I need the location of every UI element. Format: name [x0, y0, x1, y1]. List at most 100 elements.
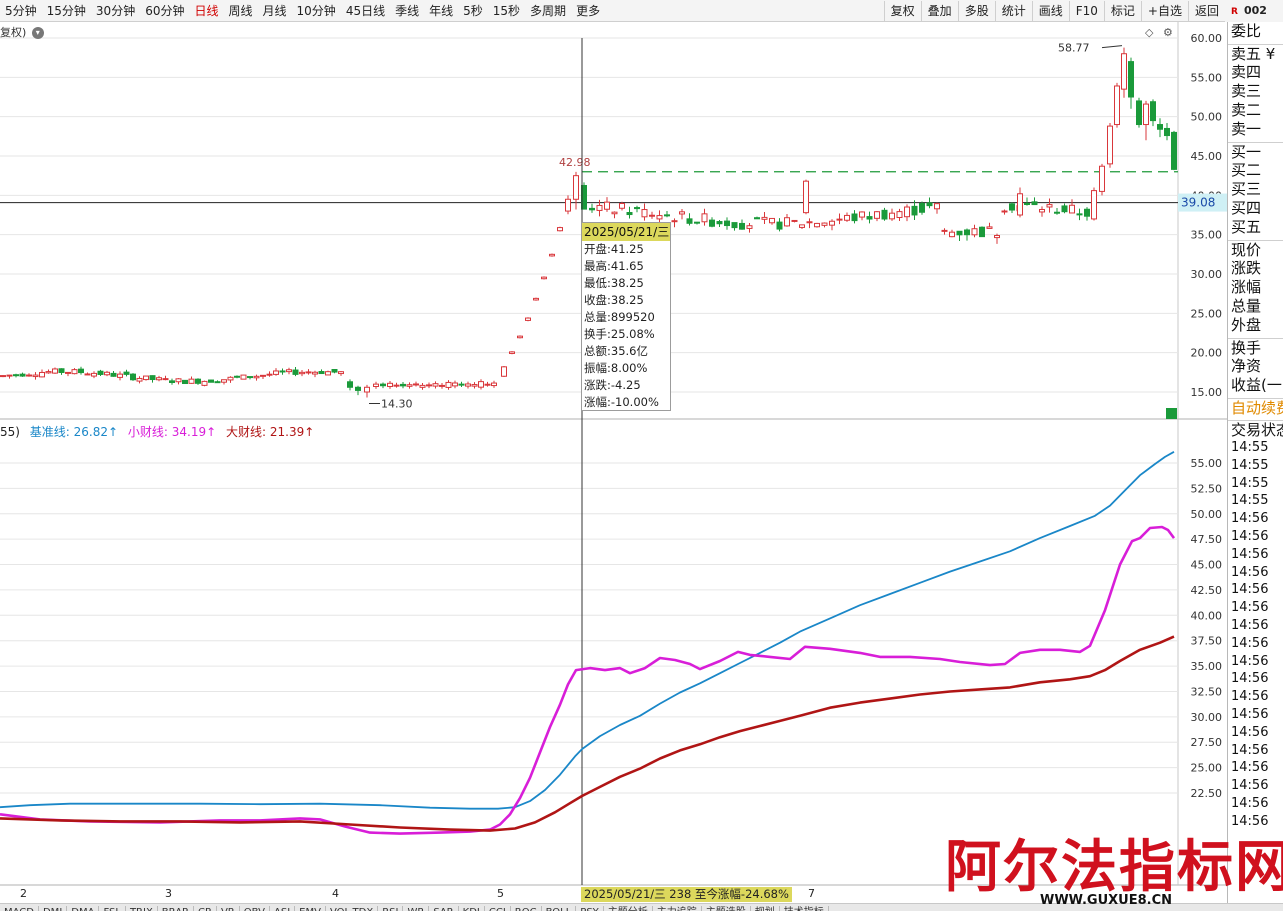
- period-tab[interactable]: 年线: [424, 0, 458, 22]
- period-tab[interactable]: 60分钟: [140, 0, 189, 22]
- candle-body: [926, 202, 933, 207]
- indicator-tab[interactable]: 规划: [751, 906, 780, 911]
- indicator-tab[interactable]: 主题分析: [604, 906, 653, 911]
- candle-body: [419, 384, 426, 388]
- period-tab[interactable]: 5秒: [458, 0, 488, 22]
- indicator-tab[interactable]: OBV: [240, 906, 270, 911]
- tooltip-row: 最低:38.25: [584, 276, 644, 290]
- toolbar-button[interactable]: 多股: [957, 1, 995, 21]
- candle-body: [904, 206, 910, 218]
- candle-body: [596, 204, 603, 211]
- indicator-tab[interactable]: DMA: [67, 906, 100, 911]
- period-tab[interactable]: 日线: [189, 0, 223, 22]
- indicator-tab[interactable]: VOL-TDX: [326, 906, 379, 911]
- period-tab[interactable]: 季线: [390, 0, 424, 22]
- toolbar-button[interactable]: 画线: [1031, 1, 1069, 21]
- period-tab[interactable]: 更多: [571, 0, 605, 22]
- candle-body: [175, 378, 182, 383]
- toolbar-button[interactable]: 复权: [883, 1, 921, 21]
- period-tab[interactable]: 5分钟: [0, 0, 42, 22]
- legend-baseline: 基准线: 26.82↑: [29, 425, 119, 439]
- indicator-tab[interactable]: DMI: [39, 906, 68, 911]
- indicator-tab[interactable]: KDJ: [459, 906, 485, 911]
- indicator-tab[interactable]: 主力追踪: [653, 906, 702, 911]
- candle-body: [573, 175, 579, 200]
- indicator-tab[interactable]: MACD: [0, 906, 39, 911]
- toolbar-button[interactable]: 统计: [994, 1, 1032, 21]
- toolbar-button[interactable]: F10: [1068, 1, 1104, 21]
- candle-body: [484, 383, 491, 386]
- candle-body: [338, 371, 344, 375]
- indicator-tab[interactable]: TRIX: [126, 906, 158, 911]
- indicator-tick-label: 30.00: [1191, 711, 1223, 724]
- candle-body: [896, 211, 903, 219]
- indicator-tab[interactable]: RSI: [378, 906, 404, 911]
- candle-body: [557, 227, 563, 232]
- candle-body: [1150, 101, 1156, 122]
- period-tab[interactable]: 15分钟: [42, 0, 91, 22]
- indicator-tab[interactable]: CR: [194, 906, 217, 911]
- indicator-tick-label: 50.00: [1191, 508, 1223, 521]
- indicator-tab[interactable]: 主题选股: [702, 906, 751, 911]
- candle-body: [149, 375, 156, 381]
- gear-icon: ⚙: [1163, 26, 1173, 39]
- indicator-tab[interactable]: BRAR: [158, 906, 194, 911]
- indicator-tab[interactable]: VR: [217, 906, 240, 911]
- indicator-tab[interactable]: SAR: [429, 906, 459, 911]
- toolbar-button[interactable]: 返回: [1187, 1, 1225, 21]
- indicator-tick-label: 37.50: [1191, 635, 1223, 648]
- period-tab[interactable]: 多周期: [525, 0, 571, 22]
- candle-body: [634, 207, 640, 210]
- period-tab[interactable]: 45日线: [341, 0, 390, 22]
- toolbar-button[interactable]: 标记: [1103, 1, 1141, 21]
- candle-body: [406, 384, 413, 387]
- indicator-tab[interactable]: FSL: [99, 906, 126, 911]
- toolbar-button[interactable]: +自选: [1140, 1, 1188, 21]
- indicator-tab[interactable]: PSY: [576, 906, 604, 911]
- candle-body: [273, 370, 279, 375]
- quote-field-label: 买三: [1231, 180, 1262, 198]
- price-tick-label: 60.00: [1191, 32, 1223, 45]
- period-tab[interactable]: 10分钟: [292, 0, 341, 22]
- trade-time: 14:56: [1231, 511, 1269, 527]
- indicator-tab[interactable]: 技术指标: [780, 906, 829, 911]
- period-tab[interactable]: 15秒: [488, 0, 525, 22]
- adjust-right-dropdown[interactable]: 复权) ▾: [0, 24, 44, 40]
- quote-field-label: 收益(一): [1231, 376, 1283, 394]
- candle-body: [911, 205, 918, 216]
- auto-renew-label[interactable]: 自动续费: [1228, 398, 1283, 417]
- period-tab[interactable]: 月线: [258, 0, 292, 22]
- candle-body: [1099, 165, 1105, 192]
- candle-body: [1171, 131, 1177, 170]
- quote-field-label: 换手: [1228, 338, 1283, 357]
- indicator-tab[interactable]: EMV: [295, 906, 326, 911]
- period-tab[interactable]: 30分钟: [91, 0, 140, 22]
- indicator-tab[interactable]: ROC: [511, 906, 542, 911]
- tooltip-rows: 开盘:41.25 最高:41.65 最低:38.25 收盘:38.25 总量:89952…: [582, 241, 670, 411]
- toolbar-button[interactable]: 叠加: [920, 1, 958, 21]
- trade-time: 14:56: [1231, 689, 1269, 705]
- candle-body: [6, 374, 13, 377]
- quote-field-label: 涨幅: [1231, 278, 1262, 296]
- candle-body: [195, 378, 201, 384]
- candle-body: [739, 222, 745, 230]
- candle-body: [1069, 204, 1075, 214]
- candle-body: [260, 374, 266, 377]
- candle-body: [413, 383, 419, 386]
- indicator-tab[interactable]: BOLL: [542, 906, 577, 911]
- quote-field-label: 总量: [1231, 297, 1262, 315]
- period-tab[interactable]: 周线: [224, 0, 258, 22]
- candle-body: [143, 375, 149, 381]
- chart-canvas[interactable]: 60.00 55.00 50.00 45.00 40.00 35.00 30.00 25.00…: [0, 22, 1227, 886]
- quote-field-label: 卖二: [1231, 101, 1262, 119]
- indicator-tab[interactable]: WR: [403, 906, 430, 911]
- candle-body: [949, 231, 955, 238]
- trade-time: 14:56: [1231, 564, 1269, 580]
- candle-body: [325, 371, 331, 376]
- candle-body: [286, 369, 292, 373]
- indicator-tab[interactable]: ASI: [270, 906, 296, 911]
- high-price-arrow: [1101, 45, 1123, 49]
- candle-body: [266, 373, 273, 376]
- trade-time: 14:56: [1231, 760, 1269, 776]
- indicator-tab[interactable]: CCI: [485, 906, 511, 911]
